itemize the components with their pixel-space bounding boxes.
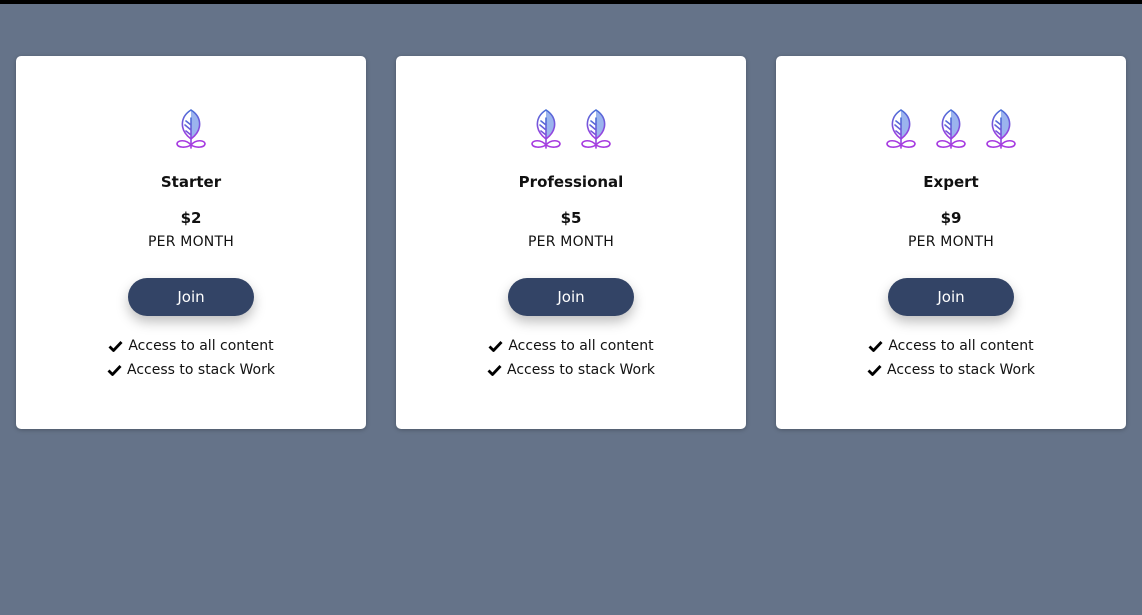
feature-item: Access to stack Work [776,358,1126,382]
feature-item: Access to all content [776,334,1126,358]
feature-list: Access to all content Access to stack Wo… [16,334,366,382]
pricing-card-professional: Professional $5 PER MONTH Join Access to… [396,56,746,429]
leaf-icon [531,109,561,149]
plan-period: PER MONTH [908,234,994,250]
plan-name: Starter [160,173,222,191]
check-icon [488,341,503,352]
plan-price: $5 [560,209,582,227]
plan-icons [776,108,1126,152]
feature-label: Access to stack Work [127,362,275,378]
join-button[interactable]: Join [508,278,634,316]
check-icon [868,341,883,352]
join-button[interactable]: Join [128,278,254,316]
feature-list: Access to all content Access to stack Wo… [396,334,746,382]
pricing-card-expert: Expert $9 PER MONTH Join Access to all c… [776,56,1126,429]
feature-label: Access to stack Work [507,362,655,378]
plan-name: Expert [923,173,979,191]
plan-icons [16,108,366,152]
feature-label: Access to all content [888,338,1034,354]
feature-list: Access to all content Access to stack Wo… [776,334,1126,382]
pricing-cards: Starter $2 PER MONTH Join Access to all … [16,56,1126,429]
plan-period: PER MONTH [528,234,614,250]
plan-price: $9 [940,209,962,227]
feature-item: Access to all content [16,334,366,358]
check-icon [107,365,122,376]
plan-icons [396,108,746,152]
plan-price: $2 [180,209,202,227]
check-icon [487,365,502,376]
feature-item: Access to all content [396,334,746,358]
leaf-icon [986,109,1016,149]
feature-item: Access to stack Work [396,358,746,382]
feature-label: Access to all content [508,338,654,354]
leaf-icon [936,109,966,149]
join-button[interactable]: Join [888,278,1014,316]
top-bar [0,0,1142,4]
plan-name: Professional [518,173,624,191]
feature-label: Access to stack Work [887,362,1035,378]
plan-period: PER MONTH [148,234,234,250]
leaf-icon [581,109,611,149]
check-icon [108,341,123,352]
leaf-icon [176,109,206,149]
leaf-icon [886,109,916,149]
pricing-card-starter: Starter $2 PER MONTH Join Access to all … [16,56,366,429]
feature-item: Access to stack Work [16,358,366,382]
check-icon [867,365,882,376]
feature-label: Access to all content [128,338,274,354]
